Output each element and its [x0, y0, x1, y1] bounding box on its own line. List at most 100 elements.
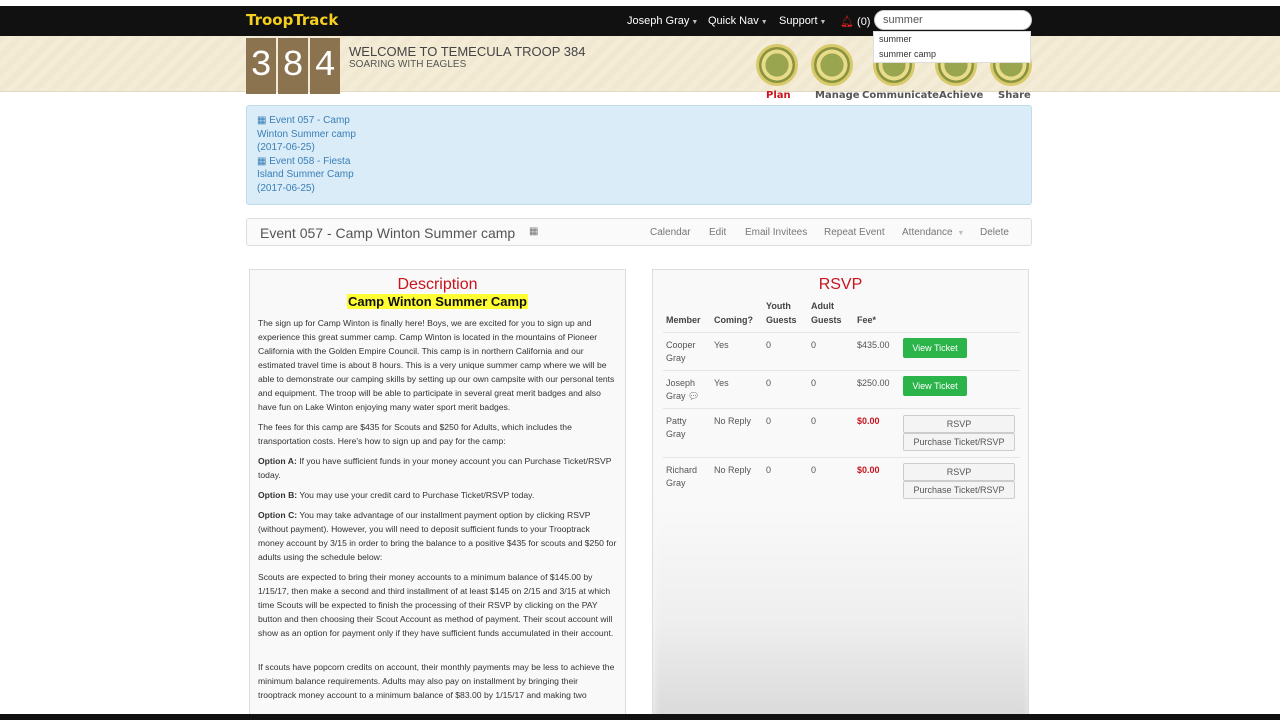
member-last-name: Gray	[666, 353, 686, 363]
camp-title-text: Camp Winton Summer Camp	[346, 294, 528, 309]
option-label: Option C:	[258, 510, 298, 520]
support-menu[interactable]: Support ▼	[779, 15, 826, 27]
manage-label[interactable]: Manage	[815, 90, 860, 101]
row-divider	[663, 332, 1020, 333]
attendance-label: Attendance	[902, 227, 953, 238]
caret-down-icon: ▼	[760, 19, 768, 26]
event-link[interactable]: ▦ Event 058 - Fiesta	[257, 155, 1021, 169]
description-panel: Description Camp Winton Summer Camp The …	[249, 269, 626, 720]
member-last-name: Gray	[666, 429, 686, 439]
adult-count: 0	[811, 465, 817, 475]
quick-nav-menu[interactable]: Quick Nav ▼	[708, 15, 768, 27]
repeat-event-link[interactable]: Repeat Event	[824, 227, 885, 238]
plan-badge-icon[interactable]	[756, 44, 798, 86]
option-text: If you have sufficient funds in your mon…	[258, 456, 612, 480]
troop-number: 3 8 4	[246, 38, 340, 94]
caret-down-icon: ▼	[819, 19, 827, 26]
event-link-text: Event 058 - Fiesta	[269, 155, 351, 167]
event-link-text: Event 057 - Camp	[269, 115, 350, 126]
rsvp-button[interactable]: RSVP	[903, 415, 1015, 433]
youth-count: 0	[766, 465, 772, 475]
rsvp-panel: RSVP Member Coming? Youth Guests Adult G…	[652, 269, 1029, 720]
member-last-name: Gray	[666, 478, 686, 488]
event-date: (2017-06-25)	[257, 142, 315, 153]
event-date: (2017-06-25)	[257, 182, 315, 194]
troop-digit: 3	[246, 38, 276, 94]
view-ticket-button[interactable]: View Ticket	[903, 338, 967, 358]
caret-down-icon: ▼	[691, 19, 699, 26]
welcome-title: WELCOME TO TEMECULA TROOP 384	[349, 44, 586, 59]
fee-amount: $435.00	[857, 340, 890, 350]
email-invitees-link[interactable]: Email Invitees	[745, 227, 807, 238]
bell-icon: 🔔︎	[840, 16, 854, 28]
blurred-area	[653, 505, 1028, 719]
suggestion-item[interactable]: summer camp	[874, 47, 1030, 62]
option-b: Option B: You may use your credit card t…	[258, 488, 617, 502]
edit-link[interactable]: Edit	[709, 227, 726, 238]
notifications[interactable]: 🔔︎ (0)	[840, 15, 870, 28]
event-list-panel: ▦ Event 057 - Camp Winton Summer camp (2…	[246, 105, 1032, 205]
share-label[interactable]: Share	[998, 90, 1031, 101]
col-youth-guests: Guests	[766, 315, 797, 325]
member-first-name: Cooper	[666, 340, 696, 350]
bottom-edge	[0, 714, 1280, 720]
adult-count: 0	[811, 340, 817, 350]
purchase-ticket-button[interactable]: Purchase Ticket/RSVP	[903, 481, 1015, 499]
trooptrack-logo[interactable]: TroopTrack	[246, 11, 338, 29]
option-text: You may use your credit card to Purchase…	[297, 490, 535, 500]
event-link-text[interactable]: Winton Summer camp	[257, 128, 1021, 142]
calendar-link[interactable]: Calendar	[650, 227, 691, 238]
view-ticket-button[interactable]: View Ticket	[903, 376, 967, 396]
col-coming: Coming?	[714, 315, 753, 325]
col-adult-guests: Guests	[811, 315, 842, 325]
achieve-label[interactable]: Achieve	[939, 90, 983, 101]
coming-status: Yes	[714, 340, 729, 350]
top-navbar: TroopTrack Joseph Gray ▼ Quick Nav ▼ Suppo…	[0, 6, 1280, 36]
member-first-name: Joseph	[666, 378, 696, 388]
rsvp-button[interactable]: RSVP	[903, 463, 1015, 481]
suggestion-item[interactable]: summer	[874, 32, 1030, 47]
description-paragraph: Scouts are expected to bring their money…	[258, 572, 614, 638]
purchase-ticket-button[interactable]: Purchase Ticket/RSVP	[903, 433, 1015, 451]
user-menu[interactable]: Joseph Gray ▼	[627, 15, 698, 27]
member-first-name: Patty	[666, 416, 687, 426]
description-paragraph: The sign up for Camp Winton is finally h…	[258, 318, 615, 412]
event-link-text[interactable]: Island Summer Camp	[257, 168, 1021, 182]
troop-motto: SOARING WITH EAGLES	[349, 59, 467, 70]
plan-label[interactable]: Plan	[766, 90, 791, 101]
row-divider	[663, 457, 1020, 458]
troop-digit: 4	[310, 38, 340, 94]
option-c: Option C: You may take advantage of our …	[258, 508, 617, 564]
search-input[interactable]	[874, 10, 1032, 30]
option-text: You may take advantage of our installmen…	[258, 510, 617, 562]
quick-nav-label: Quick Nav	[708, 15, 759, 27]
page-title: Event 057 - Camp Winton Summer camp	[260, 225, 516, 241]
fee-amount: $250.00	[857, 378, 890, 388]
calendar-icon: ▦	[257, 115, 270, 126]
calendar-icon: ▦	[529, 226, 539, 237]
search-autocomplete: summer summer camp	[873, 31, 1031, 63]
description-paragraph: The fees for this camp are $435 for Scou…	[258, 422, 572, 446]
adult-count: 0	[811, 416, 817, 426]
youth-count: 0	[766, 378, 772, 388]
event-link[interactable]: ▦ Event 057 - Camp	[257, 114, 1021, 128]
option-label: Option A:	[258, 456, 297, 466]
attendance-dropdown[interactable]: Attendance ▼	[902, 227, 964, 238]
rsvp-heading: RSVP	[818, 276, 863, 293]
col-fee: Fee*	[857, 315, 877, 325]
comment-icon[interactable]: 💬︎	[688, 391, 699, 401]
member-last-name: Gray	[666, 391, 686, 401]
support-label: Support	[779, 15, 818, 27]
adult-count: 0	[811, 378, 817, 388]
member-last-name-with-comment: Gray 💬︎	[666, 390, 699, 403]
col-adult: Adult	[811, 301, 834, 311]
calendar-icon: ▦	[257, 155, 270, 167]
user-menu-label: Joseph Gray	[627, 15, 690, 27]
youth-count: 0	[766, 416, 772, 426]
col-member: Member	[666, 315, 701, 325]
manage-badge-icon[interactable]	[811, 44, 853, 86]
communicate-label[interactable]: Communicate	[862, 90, 939, 101]
delete-link[interactable]: Delete	[980, 227, 1009, 238]
coming-status: No Reply	[714, 465, 752, 475]
member-first-name: Richard	[666, 465, 698, 475]
